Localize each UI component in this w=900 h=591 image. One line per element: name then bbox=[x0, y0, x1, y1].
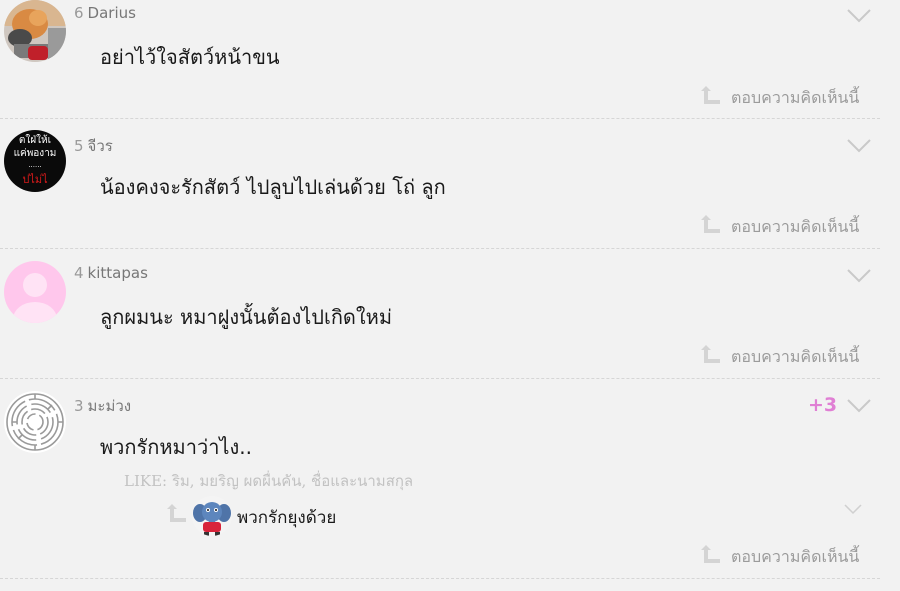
comment-username[interactable]: จีวร bbox=[88, 137, 113, 155]
elephant-avatar[interactable] bbox=[192, 496, 232, 536]
chevron-down-icon[interactable] bbox=[844, 504, 862, 515]
reply-button[interactable]: ตอบความคิดเห็นนี้ bbox=[700, 213, 870, 237]
avatar-text-line: ปไม่ไ bbox=[22, 173, 47, 186]
comment-username[interactable]: kittapas bbox=[88, 264, 148, 282]
comment-number: 4 bbox=[74, 264, 84, 282]
default-pink-avatar[interactable] bbox=[4, 261, 66, 323]
comment-divider bbox=[0, 248, 880, 249]
chevron-down-icon[interactable] bbox=[846, 268, 872, 284]
comment-text: อย่าไว้ใจสัตว์หน้าขน bbox=[100, 45, 280, 69]
chevron-down-icon[interactable] bbox=[846, 8, 872, 24]
chevron-down-icon[interactable] bbox=[846, 398, 872, 414]
reply-arrow-icon bbox=[701, 545, 720, 563]
comment-meta: 3 มะม่วง bbox=[74, 394, 131, 418]
comment-meta: 4 kittapas bbox=[74, 264, 148, 282]
comment-thread: 6 Darius อย่าไว้ใจสัตว์หน้าขน ตอบความคิดเ… bbox=[0, 0, 900, 591]
reply-label: ตอบความคิดเห็นนี้ bbox=[731, 547, 860, 566]
vote-score: +3 bbox=[808, 394, 838, 416]
reply-button[interactable]: ตอบความคิดเห็นนี้ bbox=[700, 343, 870, 367]
comment-text: ลูกผมนะ หมาฝูงนั้นต้องไปเกิดใหม่ bbox=[100, 305, 393, 329]
comment-divider bbox=[0, 378, 880, 379]
reply-label: ตอบความคิดเห็นนี้ bbox=[731, 347, 860, 366]
comment-text: น้องคงจะรักสัตว์ ไปลูบไปเล่นด้วย โถ่ ลูก bbox=[100, 175, 446, 199]
comment-divider bbox=[0, 578, 880, 579]
reply-button[interactable]: ตอบความคิดเห็นนี้ bbox=[700, 543, 870, 567]
reply-button[interactable]: ตอบความคิดเห็นนี้ bbox=[700, 84, 870, 108]
comment-username[interactable]: Darius bbox=[88, 4, 136, 22]
sub-reply-text: พวกรักยุงด้วย bbox=[237, 508, 337, 528]
reply-arrow-icon bbox=[167, 504, 186, 522]
comment-number: 3 bbox=[74, 397, 84, 415]
reply-arrow-icon bbox=[701, 215, 720, 233]
maze-avatar[interactable] bbox=[4, 391, 66, 453]
chevron-down-icon[interactable] bbox=[846, 138, 872, 154]
comment-text: พวกรักหมาว่าไง.. bbox=[100, 435, 252, 459]
reply-arrow-icon bbox=[701, 345, 720, 363]
comment-number: 5 bbox=[74, 137, 84, 155]
reply-arrow-icon bbox=[701, 86, 720, 104]
reply-label: ตอบความคิดเห็นนี้ bbox=[731, 88, 860, 107]
comment-number: 6 bbox=[74, 4, 84, 22]
likes-list[interactable]: LIKE: ริม, มยริญ ผดผื่นคัน, ชื่อและนามสก… bbox=[124, 469, 413, 493]
cat-photo-avatar[interactable] bbox=[4, 0, 66, 62]
reply-label: ตอบความคิดเห็นนี้ bbox=[731, 217, 860, 236]
comment-meta: 6 Darius bbox=[74, 4, 136, 22]
text-image-avatar[interactable]: ตใฝ่ให้เ แค่พองาม ...... ปไม่ไ bbox=[4, 130, 66, 192]
avatar-text-line: แค่พองาม bbox=[14, 148, 57, 159]
comment-divider bbox=[0, 118, 880, 119]
avatar-text-line: ตใฝ่ให้เ bbox=[19, 134, 51, 146]
avatar-text-line: ...... bbox=[28, 161, 41, 169]
comment-username[interactable]: มะม่วง bbox=[88, 397, 132, 415]
sub-reply: พวกรักยุงด้วย bbox=[166, 496, 866, 536]
comment-meta: 5 จีวร bbox=[74, 134, 113, 158]
